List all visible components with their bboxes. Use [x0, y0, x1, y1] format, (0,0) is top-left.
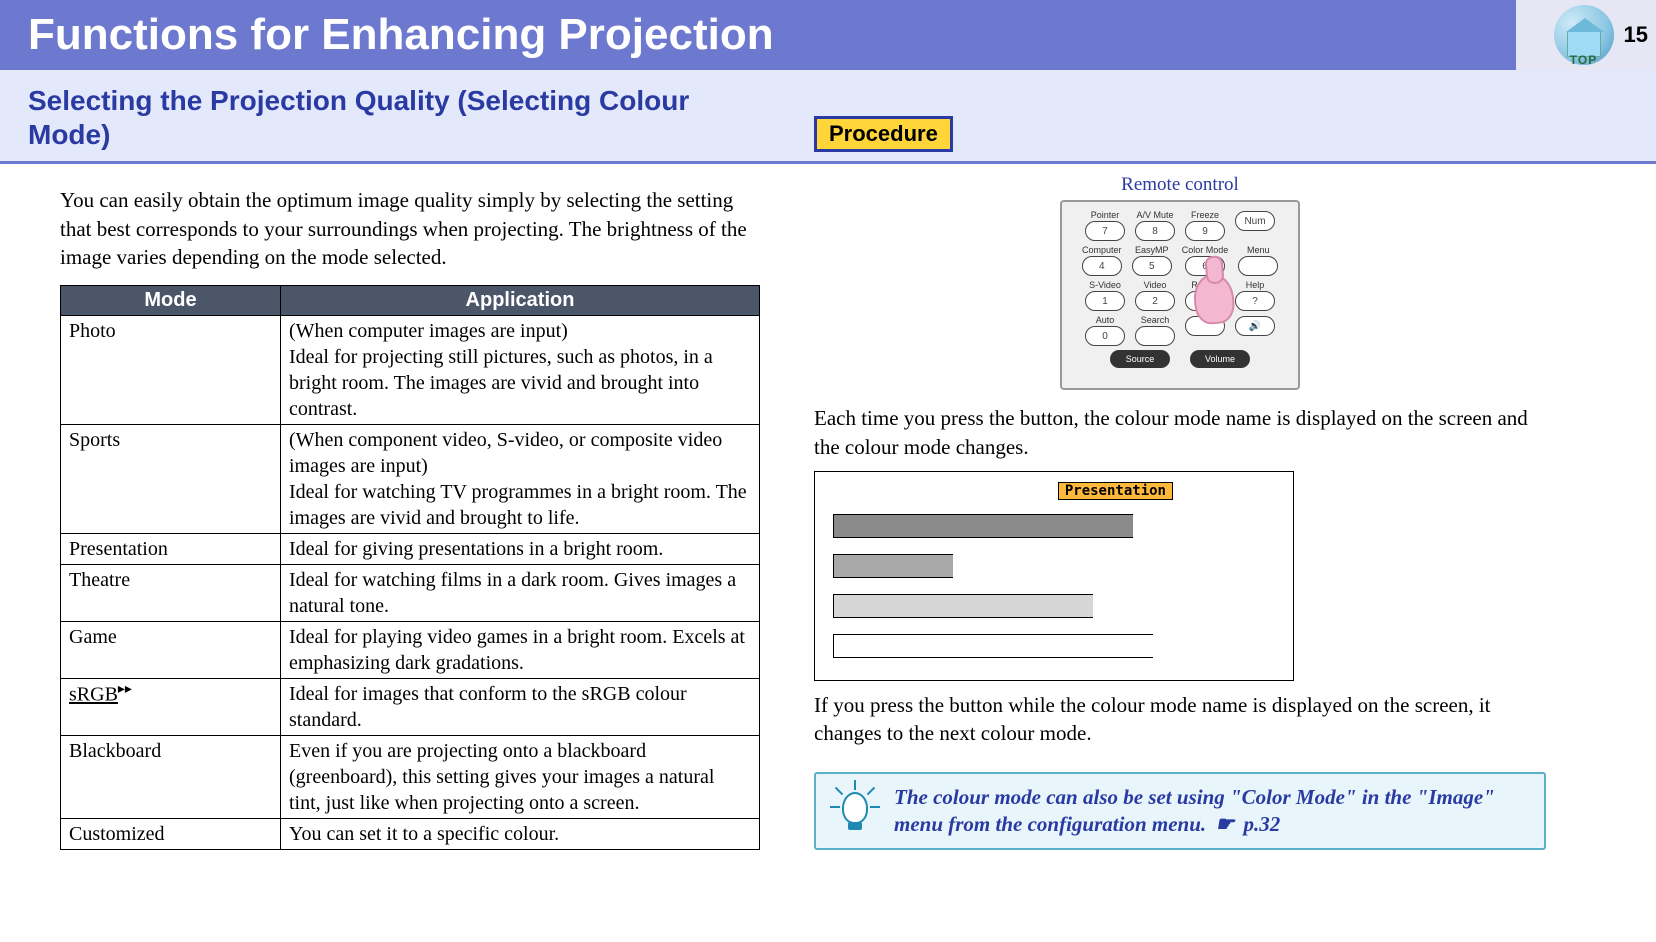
application-cell: Ideal for playing video games in a brigh…	[281, 622, 760, 679]
application-cell: Ideal for giving presentations in a brig…	[281, 534, 760, 565]
mode-name-cell: Customized	[61, 819, 281, 850]
table-row: Photo(When computer images are input)Ide…	[61, 316, 760, 425]
remote-key-label: Color Mode	[1182, 245, 1229, 255]
table-row: BlackboardEven if you are projecting ont…	[61, 736, 760, 819]
tip-text: The colour mode can also be set using "C…	[894, 784, 1530, 839]
procedure-paragraph-1: Each time you press the button, the colo…	[814, 404, 1546, 461]
mode-name-cell: Theatre	[61, 565, 281, 622]
application-cell: (When component video, S-video, or compo…	[281, 425, 760, 534]
page-title: Functions for Enhancing Projection	[28, 10, 774, 60]
col-header-application: Application	[281, 286, 760, 316]
remote-key-cell: Search	[1135, 315, 1175, 346]
remote-key-cell: Freeze9	[1185, 210, 1225, 241]
remote-key-cell: Video2	[1135, 280, 1175, 311]
table-row: CustomizedYou can set it to a specific c…	[61, 819, 760, 850]
table-row: PresentationIdeal for giving presentatio…	[61, 534, 760, 565]
remote-key-label: Freeze	[1191, 210, 1219, 220]
remote-key-label: Menu	[1247, 245, 1270, 255]
application-cell: (When computer images are input)Ideal fo…	[281, 316, 760, 425]
remote-key-label: Help	[1246, 280, 1265, 290]
page-number: 15	[1624, 22, 1648, 48]
remote-key-button: 4	[1082, 256, 1122, 276]
procedure-heading: Procedure	[814, 116, 953, 152]
mode-name-cell: sRGB▸▸	[61, 679, 281, 736]
intro-paragraph: You can easily obtain the optimum image …	[60, 186, 760, 271]
remote-key-label: Computer	[1082, 245, 1122, 255]
remote-control-figure: Pointer7 A/V Mute8 Freeze9 Num Computer4 Eas…	[1060, 200, 1300, 390]
mode-name-cell: Photo	[61, 316, 281, 425]
glossary-icon[interactable]: ▸▸	[118, 681, 132, 699]
remote-key-label: Pointer	[1091, 210, 1120, 220]
col-header-mode: Mode	[61, 286, 281, 316]
tip-text-body: The colour mode can also be set using "C…	[894, 785, 1495, 836]
remote-key-button: 8	[1135, 221, 1175, 241]
tip-note: The colour mode can also be set using "C…	[814, 772, 1546, 851]
diagram-bar	[833, 514, 1133, 538]
remote-key-cell: Help?	[1235, 280, 1275, 311]
table-row: TheatreIdeal for watching films in a dar…	[61, 565, 760, 622]
remote-key-button: 2	[1135, 291, 1175, 311]
remote-key-cell: Menu	[1238, 245, 1278, 276]
remote-key-cell: 🔊	[1235, 315, 1275, 346]
remote-key-button: 7	[1085, 221, 1125, 241]
remote-key-button: ?	[1235, 291, 1275, 311]
diagram-bar	[833, 594, 1093, 618]
remote-key-button: 5	[1132, 256, 1172, 276]
remote-key-cell: Pointer7	[1085, 210, 1125, 241]
remote-key-cell: Num	[1235, 210, 1275, 241]
remote-key-button: Num	[1235, 211, 1275, 231]
top-icon-label: TOP	[1554, 53, 1614, 67]
application-cell: You can set it to a specific colour.	[281, 819, 760, 850]
mode-name-cell: Presentation	[61, 534, 281, 565]
remote-key-button: 1	[1085, 291, 1125, 311]
table-row: Sports(When component video, S-video, or…	[61, 425, 760, 534]
remote-key-cell: Computer4	[1082, 245, 1122, 276]
application-cell: Ideal for images that conform to the sRG…	[281, 679, 760, 736]
diagram-bar	[833, 634, 1153, 658]
application-cell: Even if you are projecting onto a blackb…	[281, 736, 760, 819]
volume-button: Volume	[1190, 350, 1250, 368]
lightbulb-icon	[830, 784, 880, 834]
remote-key-cell: Auto0	[1085, 315, 1125, 346]
table-row: sRGB▸▸Ideal for images that conform to t…	[61, 679, 760, 736]
right-column: Procedure Remote control Pointer7A/V Mut…	[800, 164, 1560, 850]
page-reference-link[interactable]: p.32	[1243, 812, 1280, 836]
mode-name-cell: Game	[61, 622, 281, 679]
section-heading: Selecting the Projection Quality (Select…	[28, 84, 708, 151]
remote-key-label: EasyMP	[1135, 245, 1169, 255]
diagram-bar	[833, 554, 953, 578]
home-top-icon[interactable]: TOP	[1554, 5, 1614, 65]
application-cell: Ideal for watching films in a dark room.…	[281, 565, 760, 622]
procedure-paragraph-2: If you press the button while the colour…	[814, 691, 1546, 748]
top-corner: TOP 15	[1516, 0, 1656, 70]
remote-key-cell: A/V Mute8	[1135, 210, 1175, 241]
modes-table: Mode Application Photo(When computer ima…	[60, 285, 760, 850]
source-button: Source	[1110, 350, 1170, 368]
remote-key-label: Search	[1141, 315, 1170, 325]
mode-change-diagram: Presentation	[814, 471, 1294, 681]
remote-key-label: Video	[1144, 280, 1167, 290]
remote-key-button: 9	[1185, 221, 1225, 241]
remote-key-button	[1135, 326, 1175, 346]
table-row: GameIdeal for playing video games in a b…	[61, 622, 760, 679]
remote-key-cell: S-Video1	[1085, 280, 1125, 311]
remote-key-button: 0	[1085, 326, 1125, 346]
remote-key-label: S-Video	[1089, 280, 1121, 290]
pointing-hand-icon: ☛	[1215, 811, 1234, 838]
remote-key-cell: EasyMP5	[1132, 245, 1172, 276]
mode-name-badge: Presentation	[1058, 482, 1173, 500]
remote-key-label: Auto	[1096, 315, 1115, 325]
remote-key-button: 🔊	[1235, 316, 1275, 336]
left-column: You can easily obtain the optimum image …	[20, 164, 760, 850]
remote-key-button	[1238, 256, 1278, 276]
header-bar: Functions for Enhancing Projection TOP 1…	[0, 0, 1656, 70]
mode-name-cell: Blackboard	[61, 736, 281, 819]
remote-key-label: A/V Mute	[1136, 210, 1173, 220]
remote-control-label: Remote control	[800, 174, 1560, 196]
mode-name-cell: Sports	[61, 425, 281, 534]
